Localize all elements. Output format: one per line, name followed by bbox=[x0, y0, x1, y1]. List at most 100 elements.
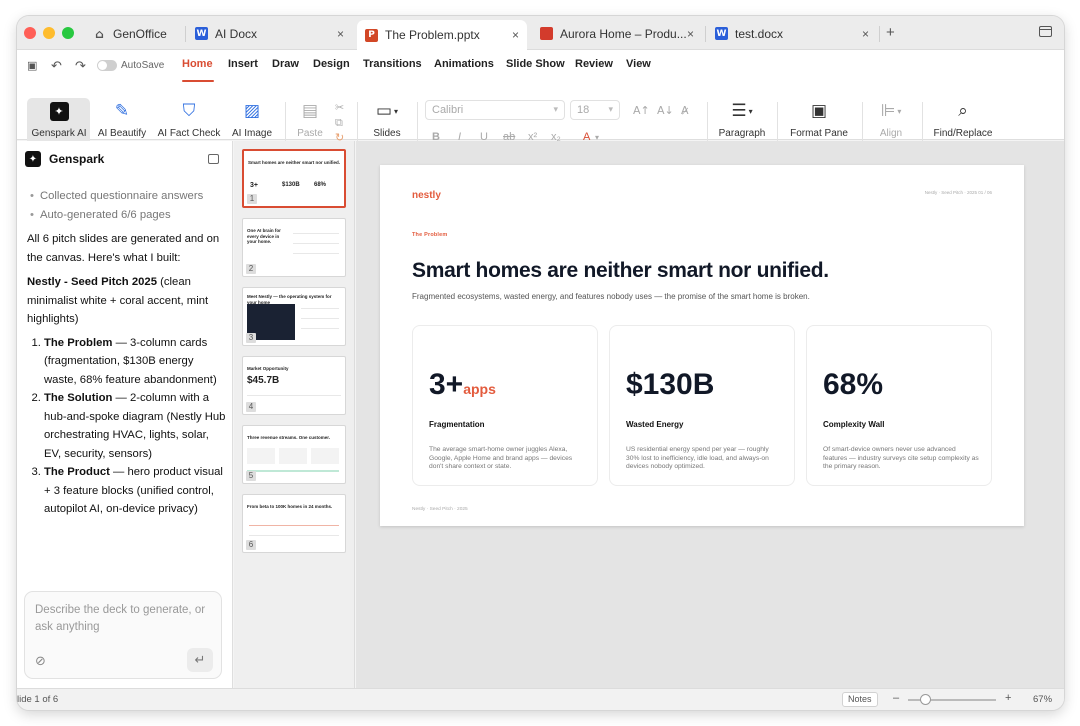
slide-thumbnail[interactable]: Meet Nestly — the operating system for y… bbox=[242, 287, 346, 346]
tab-home[interactable]: Home bbox=[182, 58, 213, 70]
tab-animations[interactable]: Animations bbox=[434, 58, 494, 70]
close-tab-icon[interactable]: × bbox=[337, 27, 344, 41]
search-icon: ⌕ bbox=[958, 101, 968, 121]
list-item: The Problem — 3-column cards (fragmentat… bbox=[44, 334, 227, 390]
find-replace-button[interactable]: ⌕ Find/Replace bbox=[933, 100, 993, 139]
list-item: Auto-generated 6/6 pages bbox=[27, 206, 227, 225]
stat-card[interactable]: 3+apps Fragmentation The average smart-h… bbox=[412, 325, 598, 486]
tab-aurora-home[interactable]: Aurora Home – Produ... × bbox=[532, 20, 702, 47]
increase-font-icon[interactable]: A↑ bbox=[633, 104, 650, 117]
paste-button[interactable]: ▤ Paste bbox=[295, 100, 325, 139]
slide-logo: nestly bbox=[412, 190, 441, 201]
slide[interactable]: nestly Nestly · Seed Pitch · 2025 01 / 0… bbox=[380, 165, 1024, 526]
stat-label: Wasted Energy bbox=[626, 420, 684, 429]
slide-thumbnails: Smart homes are neither smart nor unifie… bbox=[234, 141, 355, 688]
stat-card[interactable]: 68% Complexity Wall Of smart-device owne… bbox=[806, 325, 992, 486]
tab-slide-show[interactable]: Slide Show bbox=[506, 58, 565, 70]
copy-icon[interactable]: ⧉ bbox=[335, 116, 343, 130]
stat-description: Of smart-device owners never use advance… bbox=[823, 446, 979, 470]
maximize-window-button[interactable] bbox=[62, 27, 74, 39]
slide-thumbnail[interactable]: One AI brain for every device in your ho… bbox=[242, 218, 346, 277]
format-pane-button[interactable]: ▣ Format Pane bbox=[789, 100, 849, 139]
undo-icon[interactable]: ↶ bbox=[51, 59, 62, 74]
word-icon: W bbox=[715, 27, 728, 40]
chat-intro: All 6 pitch slides are generated and on … bbox=[27, 233, 220, 264]
tab-review[interactable]: Review bbox=[575, 58, 613, 70]
stat-card[interactable]: $130B Wasted Energy US residential energ… bbox=[609, 325, 795, 486]
zoom-in-button[interactable]: + bbox=[1005, 692, 1011, 704]
pdf-icon bbox=[540, 27, 553, 40]
close-tab-icon[interactable]: × bbox=[862, 27, 869, 41]
sidebar-toggle-icon[interactable] bbox=[1039, 26, 1052, 37]
tab-genoffice[interactable]: ⌂ GenOffice bbox=[85, 20, 185, 47]
slide-list: The Problem — 3-column cards (fragmentat… bbox=[27, 334, 227, 519]
stat-description: US residential energy spend per year — r… bbox=[626, 446, 769, 470]
tab-insert[interactable]: Insert bbox=[228, 58, 258, 70]
brush-icon: ✎ bbox=[114, 101, 130, 121]
chat-message: Collected questionnaire answers Auto-gen… bbox=[27, 187, 227, 519]
chevron-down-icon: ▾ bbox=[608, 104, 613, 114]
stat-value: 3+apps bbox=[429, 368, 496, 401]
slide-thumbnail[interactable]: Market Opportunity $45.7B 4 bbox=[242, 356, 346, 415]
prompt-input[interactable]: Describe the deck to generate, or ask an… bbox=[24, 591, 222, 679]
slide-subtitle[interactable]: Fragmented ecosystems, wasted energy, an… bbox=[412, 292, 810, 301]
tab-view[interactable]: View bbox=[626, 58, 651, 70]
tab-the-problem-pptx[interactable]: P The Problem.pptx × bbox=[357, 20, 527, 50]
ai-fact-check-button[interactable]: ⛉ AI Fact Check bbox=[157, 100, 221, 139]
list-item: Collected questionnaire answers bbox=[27, 187, 227, 206]
stat-label: Complexity Wall bbox=[823, 420, 885, 429]
slide-title[interactable]: Smart homes are neither smart nor unifie… bbox=[412, 259, 829, 283]
ribbon: ▣ ↶ ↷ AutoSave Home Insert Draw Design T… bbox=[17, 50, 1064, 148]
close-window-button[interactable] bbox=[24, 27, 36, 39]
genspark-ai-button[interactable]: ✦ Genspark AI bbox=[31, 100, 87, 139]
stat-description: The average smart-home owner juggles Ale… bbox=[429, 446, 573, 470]
tab-transitions[interactable]: Transitions bbox=[363, 58, 422, 70]
tab-draw[interactable]: Draw bbox=[272, 58, 299, 70]
new-tab-button[interactable]: + bbox=[886, 24, 895, 41]
chevron-down-icon: ▾ bbox=[553, 104, 558, 114]
collapse-panel-icon[interactable] bbox=[208, 154, 219, 164]
slide-thumbnail[interactable]: From beta to 100K homes in 24 months. 6 bbox=[242, 494, 346, 553]
slide-counter: lide 1 of 6 bbox=[17, 694, 59, 705]
slide-header-meta: Nestly · Seed Pitch · 2025 01 / 06 bbox=[924, 190, 992, 195]
paragraph-icon: ☰ ▾ bbox=[731, 101, 753, 121]
app-window: ⌂ GenOffice W AI Docx × P The Problem.pp… bbox=[17, 16, 1064, 710]
align-icon: ⊫ ▾ bbox=[880, 101, 902, 121]
ai-beautify-button[interactable]: ✎ AI Beautify bbox=[97, 100, 147, 139]
list-item: The Product — hero product visual + 3 fe… bbox=[44, 463, 227, 519]
slide-canvas: nestly Nestly · Seed Pitch · 2025 01 / 0… bbox=[356, 141, 1064, 688]
attach-icon[interactable]: ⊘ bbox=[35, 654, 46, 669]
slide-footer: Nestly · Seed Pitch · 2025 bbox=[412, 507, 468, 512]
zoom-slider-handle[interactable] bbox=[920, 694, 931, 705]
zoom-out-button[interactable]: – bbox=[893, 692, 899, 704]
deck-summary: Nestly - Seed Pitch 2025 (clean minimali… bbox=[27, 276, 209, 325]
send-button[interactable]: ↵ bbox=[187, 648, 213, 672]
paragraph-button[interactable]: ☰ ▾ Paragraph bbox=[717, 100, 767, 139]
image-icon: ▨ bbox=[243, 101, 261, 121]
save-icon[interactable]: ▣ bbox=[27, 59, 37, 72]
notes-button[interactable]: Notes bbox=[842, 692, 878, 707]
autosave-label: AutoSave bbox=[121, 60, 165, 71]
close-tab-icon[interactable]: × bbox=[512, 28, 519, 42]
slides-button[interactable]: ▭ ▾ Slides bbox=[367, 100, 407, 139]
cut-icon[interactable]: ✂ bbox=[335, 101, 344, 114]
decrease-font-icon[interactable]: A↓ bbox=[657, 104, 674, 117]
redo-icon[interactable]: ↷ bbox=[75, 59, 86, 74]
font-name-select[interactable]: Calibri ▾ bbox=[425, 100, 565, 120]
close-tab-icon[interactable]: × bbox=[687, 27, 694, 41]
format-pane-icon: ▣ bbox=[810, 101, 828, 121]
tab-ai-docx[interactable]: W AI Docx × bbox=[187, 20, 352, 47]
zoom-level: 67% bbox=[1033, 694, 1053, 705]
align-button[interactable]: ⊫ ▾ Align bbox=[875, 100, 907, 139]
tab-design[interactable]: Design bbox=[313, 58, 350, 70]
panel-header: ✦ Genspark bbox=[25, 151, 104, 167]
ai-image-button[interactable]: ▨ AI Image bbox=[230, 100, 274, 139]
slide-thumbnail[interactable]: Three revenue streams. One customer. 5 bbox=[242, 425, 346, 484]
clear-format-icon[interactable]: A̷ bbox=[681, 104, 689, 117]
autosave-toggle[interactable] bbox=[97, 60, 117, 71]
slide-kicker: The Problem bbox=[412, 232, 448, 238]
font-size-select[interactable]: 18 ▾ bbox=[570, 100, 620, 120]
slide-thumbnail[interactable]: Smart homes are neither smart nor unifie… bbox=[242, 149, 346, 208]
tab-test-docx[interactable]: W test.docx × bbox=[707, 20, 877, 47]
minimize-window-button[interactable] bbox=[43, 27, 55, 39]
